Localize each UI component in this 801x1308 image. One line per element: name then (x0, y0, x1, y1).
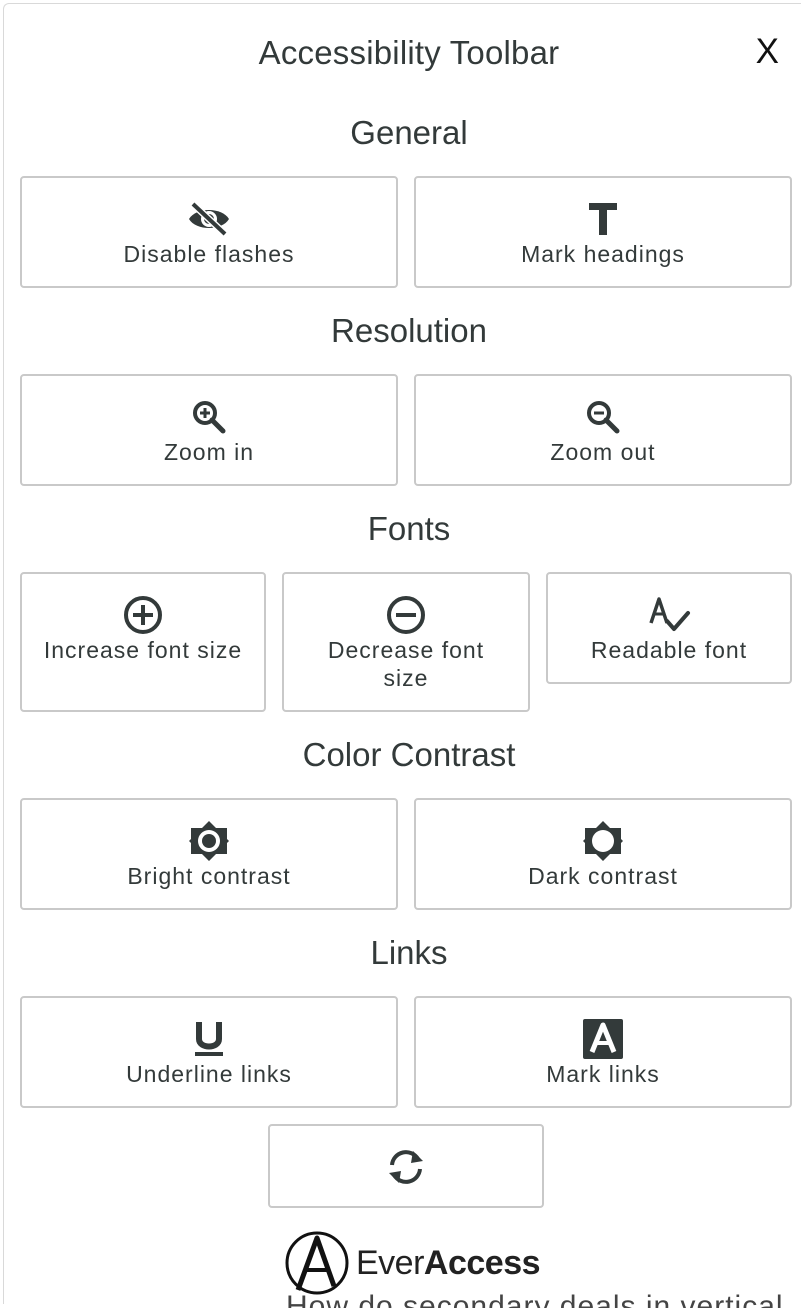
section-title-resolution: Resolution (331, 312, 487, 349)
close-button[interactable]: X (756, 34, 779, 69)
brightness-icon (187, 820, 231, 862)
marked-a-icon (581, 1018, 625, 1060)
font-check-icon (647, 594, 691, 636)
zoom-out-icon (581, 396, 625, 438)
logo-text-bold: Access (423, 1243, 541, 1282)
eye-slash-icon (187, 198, 231, 240)
section-title-fonts: Fonts (367, 510, 451, 547)
zoom-out-button[interactable]: Zoom out (414, 374, 792, 486)
reset-sync-icon (384, 1146, 428, 1188)
section-title-contrast: Color Contrast (302, 736, 516, 773)
underline-icon (187, 1018, 231, 1060)
zoom-out-label: Zoom out (550, 439, 656, 465)
mark-headings-button[interactable]: Mark headings (414, 176, 792, 288)
bright-contrast-label: Bright contrast (127, 863, 291, 889)
disable-flashes-button[interactable]: Disable flashes (20, 176, 398, 288)
bright-contrast-button[interactable]: Bright contrast (20, 798, 398, 910)
decrease-font-button[interactable]: Decrease font size (282, 572, 530, 712)
logo-text-light: Ever (356, 1243, 424, 1282)
increase-font-label: Increase font size (43, 637, 243, 663)
mark-links-button[interactable]: Mark links (414, 996, 792, 1108)
plus-circle-icon (121, 594, 165, 636)
underline-links-label: Underline links (126, 1061, 292, 1087)
background-page-text: How do secondary deals in vertical (286, 1292, 801, 1308)
heading-t-icon (581, 198, 625, 240)
zoom-in-label: Zoom in (163, 439, 255, 465)
underline-links-button[interactable]: Underline links (20, 996, 398, 1108)
minus-circle-icon (384, 594, 428, 636)
dark-contrast-label: Dark contrast (528, 863, 678, 889)
dark-contrast-button[interactable]: Dark contrast (414, 798, 792, 910)
zoom-in-button[interactable]: Zoom in (20, 374, 398, 486)
readable-font-label: Readable font (590, 637, 748, 663)
readable-font-button[interactable]: Readable font (546, 572, 792, 684)
brightness-dark-icon (581, 820, 625, 862)
everaccess-logo-text: EverAccess (356, 1243, 541, 1283)
decrease-font-label: Decrease font size (327, 637, 485, 691)
toolbar-title: Accessibility Toolbar (258, 34, 560, 71)
section-title-general: General (350, 114, 468, 151)
mark-links-label: Mark links (546, 1061, 660, 1087)
increase-font-button[interactable]: Increase font size (20, 572, 266, 712)
toolbar-panel: Accessibility Toolbar X General Disable … (3, 3, 801, 1308)
section-title-links: Links (370, 934, 448, 971)
everaccess-logo-icon (285, 1231, 349, 1295)
reset-button[interactable] (268, 1124, 544, 1208)
everaccess-logo: EverAccess (284, 1228, 544, 1298)
zoom-in-icon (187, 396, 231, 438)
disable-flashes-label: Disable flashes (123, 241, 295, 267)
mark-headings-label: Mark headings (521, 241, 685, 267)
